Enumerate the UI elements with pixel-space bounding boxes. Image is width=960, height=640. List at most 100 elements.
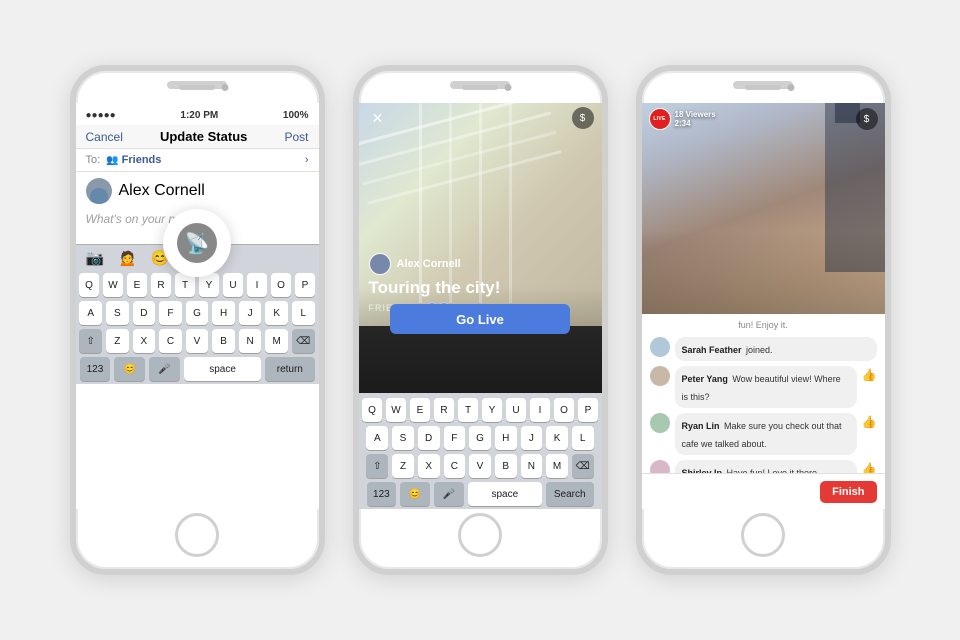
p2-key-x[interactable]: X <box>418 454 440 478</box>
key-e[interactable]: E <box>127 273 147 297</box>
p2-key-z[interactable]: Z <box>392 454 414 478</box>
key-d[interactable]: D <box>133 301 156 325</box>
phone-1-speaker <box>179 85 215 90</box>
live-info: 18 Viewers 2:34 <box>675 110 716 128</box>
comment-1-name: Sarah Feather <box>682 345 742 355</box>
friends-icon: 👥 <box>106 155 118 166</box>
p2-key-f[interactable]: F <box>444 426 466 450</box>
p2-key-s[interactable]: S <box>392 426 414 450</box>
p2-key-g[interactable]: G <box>469 426 491 450</box>
key-c[interactable]: C <box>159 329 182 353</box>
p2-key-t[interactable]: T <box>458 398 478 422</box>
like-icon-4[interactable]: 👍 <box>862 462 877 473</box>
key-a[interactable]: A <box>79 301 102 325</box>
p2-key-space[interactable]: space <box>468 482 542 506</box>
p2-key-a[interactable]: A <box>366 426 388 450</box>
p2-key-p[interactable]: P <box>578 398 598 422</box>
p2-key-u[interactable]: U <box>506 398 526 422</box>
p2-key-h[interactable]: H <box>495 426 517 450</box>
live-video-background <box>642 103 885 314</box>
phone-2-camera <box>505 84 512 91</box>
key-x[interactable]: X <box>133 329 156 353</box>
phone-2: ✕ $ Alex Cornell Touring the city! FRIEN… <box>353 65 608 575</box>
comment-4-bubble: Shirley Ip Have fun! Love it there. <box>675 460 857 473</box>
p2-key-w[interactable]: W <box>386 398 406 422</box>
key-delete[interactable]: ⌫ <box>292 329 315 353</box>
key-o[interactable]: O <box>271 273 291 297</box>
key-w[interactable]: W <box>103 273 123 297</box>
key-r[interactable]: R <box>151 273 171 297</box>
key-shift[interactable]: ⇧ <box>79 329 102 353</box>
p2-key-search[interactable]: Search <box>546 482 594 506</box>
share-button[interactable]: $ <box>572 107 594 129</box>
p2-key-m[interactable]: M <box>546 454 568 478</box>
p2-key-l[interactable]: L <box>572 426 594 450</box>
live-user-info: Alex Cornell <box>369 253 592 275</box>
p2-key-123[interactable]: 123 <box>367 482 397 506</box>
key-mic[interactable]: 🎤 <box>149 357 180 381</box>
p2-key-r[interactable]: R <box>434 398 454 422</box>
key-u[interactable]: U <box>223 273 243 297</box>
like-icon-2[interactable]: 👍 <box>862 368 877 382</box>
p2-key-j[interactable]: J <box>521 426 543 450</box>
p2-key-q[interactable]: Q <box>362 398 382 422</box>
phone-3-share-button[interactable]: $ <box>856 108 878 130</box>
audience-selector[interactable]: 👥 Friends <box>106 154 161 166</box>
key-l[interactable]: L <box>292 301 315 325</box>
cancel-button[interactable]: Cancel <box>86 130 123 144</box>
live-user-avatar <box>369 253 391 275</box>
p2-key-i[interactable]: I <box>530 398 550 422</box>
phone-3-screen: LIVE 18 Viewers 2:34 $ fun! Enjoy it. <box>642 103 885 509</box>
key-b[interactable]: B <box>212 329 235 353</box>
phone-1: ●●●●● 1:20 PM 100% Cancel Update Status … <box>70 65 325 575</box>
key-return[interactable]: return <box>265 357 314 381</box>
close-button[interactable]: ✕ <box>367 107 389 129</box>
p2-key-delete[interactable]: ⌫ <box>572 454 594 478</box>
key-emoji[interactable]: 😊 <box>114 357 145 381</box>
key-n[interactable]: N <box>239 329 262 353</box>
key-z[interactable]: Z <box>106 329 129 353</box>
comment-3-bubble: Ryan Lin Make sure you check out that ca… <box>675 413 857 455</box>
video-overlay <box>642 230 885 314</box>
key-space[interactable]: space <box>184 357 261 381</box>
like-icon-3[interactable]: 👍 <box>862 415 877 429</box>
phone-1-to-row: To: 👥 Friends › <box>76 149 319 172</box>
comment-1: Sarah Feather joined. <box>650 337 877 361</box>
p2-key-emoji[interactable]: 😊 <box>400 482 430 506</box>
key-123[interactable]: 123 <box>80 357 111 381</box>
key-m[interactable]: M <box>265 329 288 353</box>
phone-1-user-row: Alex Cornell <box>76 172 319 206</box>
p2-key-o[interactable]: O <box>554 398 574 422</box>
go-live-button[interactable]: Go Live <box>390 304 570 334</box>
p2-key-d[interactable]: D <box>418 426 440 450</box>
p2-key-b[interactable]: B <box>495 454 517 478</box>
p2-key-e[interactable]: E <box>410 398 430 422</box>
p2-key-c[interactable]: C <box>444 454 466 478</box>
comment-3-avatar <box>650 413 670 433</box>
post-button[interactable]: Post <box>284 130 308 144</box>
p2-key-v[interactable]: V <box>469 454 491 478</box>
antenna-icon: 📡 <box>185 231 210 256</box>
p2-key-mic[interactable]: 🎤 <box>434 482 464 506</box>
keyboard: Q W E R T Y U I O P A S D <box>76 271 319 384</box>
live-badge: LIVE 18 Viewers 2:34 <box>649 108 716 130</box>
key-h[interactable]: H <box>212 301 235 325</box>
p2-key-n[interactable]: N <box>521 454 543 478</box>
key-p[interactable]: P <box>295 273 315 297</box>
key-q[interactable]: Q <box>79 273 99 297</box>
key-i[interactable]: I <box>247 273 267 297</box>
p2-key-k[interactable]: K <box>546 426 568 450</box>
key-v[interactable]: V <box>186 329 209 353</box>
key-k[interactable]: K <box>265 301 288 325</box>
p2-key-y[interactable]: Y <box>482 398 502 422</box>
key-s[interactable]: S <box>106 301 129 325</box>
key-f[interactable]: F <box>159 301 182 325</box>
key-g[interactable]: G <box>186 301 209 325</box>
key-j[interactable]: J <box>239 301 262 325</box>
tag-people-icon[interactable]: 🙍 <box>118 249 137 267</box>
live-broadcast-icon-bubble[interactable]: 📡 <box>163 209 231 277</box>
p2-key-shift[interactable]: ⇧ <box>366 454 388 478</box>
update-status-title: Update Status <box>160 129 247 144</box>
finish-button[interactable]: Finish <box>820 481 876 503</box>
camera-icon[interactable]: 📷 <box>86 249 105 267</box>
